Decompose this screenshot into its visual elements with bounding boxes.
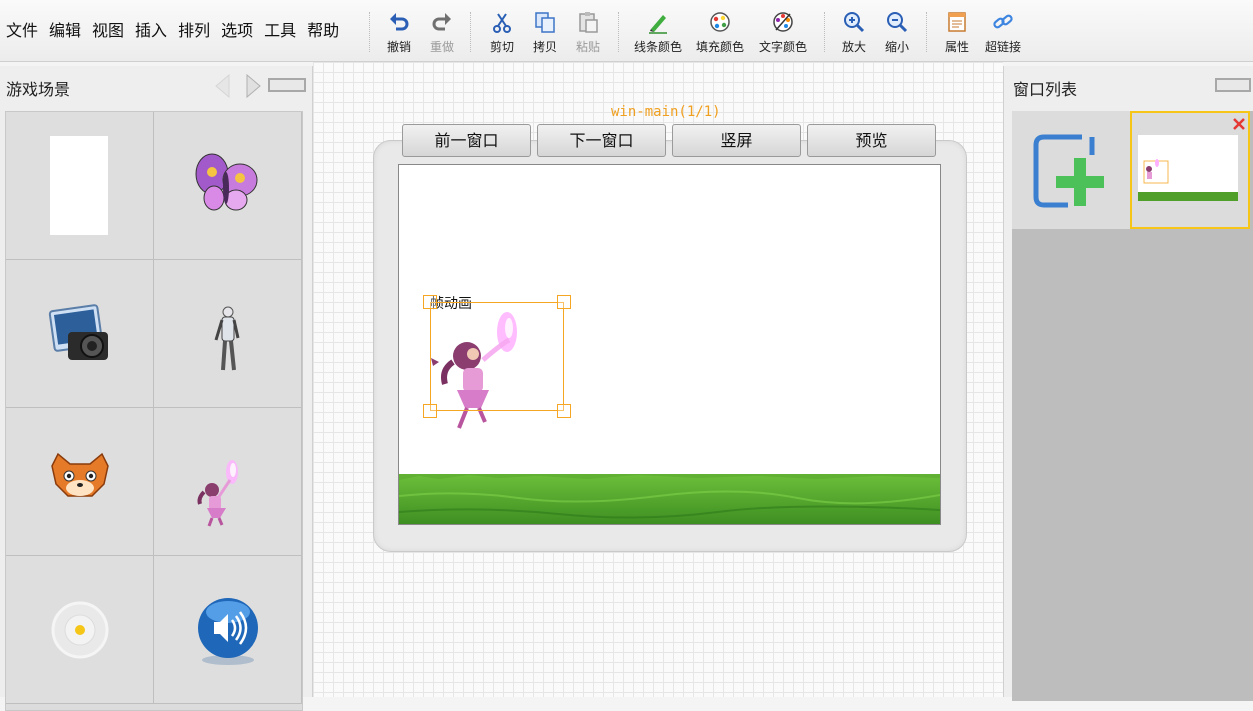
zoom-out-icon: [887, 12, 908, 33]
resize-handle-bottom-right[interactable]: [557, 404, 571, 418]
properties-button[interactable]: 属性: [943, 10, 971, 60]
menu-tools[interactable]: 工具: [258, 20, 301, 42]
asset-fox-face[interactable]: [6, 408, 154, 556]
chain-link-icon: [993, 14, 1013, 29]
game-scene-panel: 游戏场景: [0, 66, 313, 711]
scissors-icon: [493, 13, 511, 33]
menu-arrange[interactable]: 排列: [172, 20, 215, 42]
asset-sound-sensor-dot[interactable]: [6, 556, 154, 704]
magic-girl-sprite-icon: [197, 460, 238, 527]
asset-butterfly[interactable]: [154, 112, 302, 260]
zoom-out-button[interactable]: 缩小: [883, 10, 911, 60]
next-window-button[interactable]: 下一窗口: [537, 124, 666, 157]
minimize-panel-icon[interactable]: [1215, 78, 1251, 92]
menu-view[interactable]: 视图: [86, 20, 129, 42]
game-scene-title: 游戏场景: [6, 80, 71, 99]
paste-button[interactable]: 粘贴: [574, 10, 602, 60]
paint-bucket-icon: [710, 12, 730, 32]
hyperlink-button[interactable]: 超链接: [983, 10, 1023, 60]
resize-handle-top-left[interactable]: [423, 295, 437, 309]
zoom-out-label: 缩小: [884, 40, 909, 54]
properties-icon: [948, 12, 966, 32]
redo-label: 重做: [429, 40, 454, 54]
asset-grid: [5, 111, 303, 711]
undo-icon: [390, 13, 409, 31]
asset-camera[interactable]: [6, 260, 154, 408]
grass-image[interactable]: [399, 474, 940, 524]
cut-button[interactable]: 剪切: [488, 10, 516, 60]
close-window-icon[interactable]: [1232, 117, 1246, 131]
line-color-label: 线条颜色: [633, 40, 682, 54]
window-list: [1012, 111, 1253, 701]
menu-insert[interactable]: 插入: [129, 20, 172, 42]
palette-icon: [773, 12, 793, 32]
window-thumbnail-image: [1138, 135, 1238, 201]
fill-color-label: 填充颜色: [695, 40, 744, 54]
window-list-panel: 窗口列表: [1003, 66, 1253, 701]
resize-handle-bottom-left[interactable]: [423, 404, 437, 418]
asset-speaker-ball[interactable]: [154, 556, 302, 704]
zoom-in-label: 放大: [841, 40, 866, 54]
window-list-title: 窗口列表: [1013, 80, 1078, 99]
undo-label: 撤销: [386, 40, 411, 54]
cut-label: 剪切: [489, 40, 514, 54]
toolbar-divider: [470, 12, 471, 52]
copy-label: 拷贝: [532, 40, 557, 54]
copy-icon: [535, 12, 555, 33]
sensor-dot-icon: [51, 601, 109, 659]
previous-page-arrow-icon[interactable]: [213, 73, 233, 99]
fox-face-icon: [51, 452, 109, 497]
robot-figure-icon: [214, 306, 240, 371]
menu-file[interactable]: 文件: [0, 20, 43, 42]
next-page-arrow-icon[interactable]: [243, 73, 263, 99]
paste-icon: [579, 12, 598, 33]
window-title: win-main(1/1): [611, 104, 721, 120]
menu-bar: 文件 编辑 视图 插入 排列 选项 工具 帮助: [0, 20, 344, 42]
paste-label: 粘贴: [575, 40, 600, 54]
selection-box[interactable]: [423, 295, 571, 418]
design-canvas[interactable]: win-main(1/1) 前一窗口 下一窗口 竖屏 预览 帧动画: [313, 62, 1003, 697]
asset-robot-figure[interactable]: [154, 260, 302, 408]
copy-button[interactable]: 拷贝: [531, 10, 559, 60]
speaker-icon: [198, 598, 258, 665]
game-window-screen[interactable]: 帧动画: [398, 164, 941, 525]
fill-color-button[interactable]: 填充颜色: [694, 10, 746, 60]
hyperlink-label: 超链接: [984, 40, 1021, 54]
butterfly-icon: [195, 153, 258, 211]
asset-magic-girl-sprite[interactable]: [154, 408, 302, 556]
top-toolbar: 文件 编辑 视图 插入 排列 选项 工具 帮助 撤销 重做 剪切 拷贝 粘贴 线…: [0, 0, 1253, 62]
toolbar-divider: [926, 12, 927, 52]
line-color-button[interactable]: 线条颜色: [632, 10, 684, 60]
zoom-in-icon: [844, 12, 865, 33]
zoom-in-button[interactable]: 放大: [840, 10, 868, 60]
redo-icon: [432, 13, 451, 31]
preview-button[interactable]: 预览: [807, 124, 936, 157]
pencil-icon: [649, 15, 667, 34]
text-color-label: 文字颜色: [758, 40, 807, 54]
redo-button[interactable]: 重做: [428, 10, 456, 60]
menu-options[interactable]: 选项: [215, 20, 258, 42]
menu-help[interactable]: 帮助: [301, 20, 344, 42]
asset-white-rectangle[interactable]: [6, 112, 154, 260]
previous-window-button[interactable]: 前一窗口: [402, 124, 531, 157]
toolbar-divider: [369, 12, 370, 52]
add-window-button[interactable]: [1012, 111, 1130, 229]
resize-handle-top-right[interactable]: [557, 295, 571, 309]
window-thumbnail[interactable]: [1130, 111, 1250, 229]
white-rectangle-icon: [50, 136, 108, 235]
toolbar-divider: [618, 12, 619, 52]
undo-button[interactable]: 撤销: [385, 10, 413, 60]
toolbar-divider: [824, 12, 825, 52]
portrait-button[interactable]: 竖屏: [672, 124, 801, 157]
text-color-button[interactable]: 文字颜色: [757, 10, 809, 60]
add-window-icon: [1033, 134, 1104, 208]
minimize-panel-icon[interactable]: [268, 78, 306, 92]
camera-icon: [48, 304, 108, 360]
menu-edit[interactable]: 编辑: [43, 20, 86, 42]
properties-label: 属性: [944, 40, 969, 54]
